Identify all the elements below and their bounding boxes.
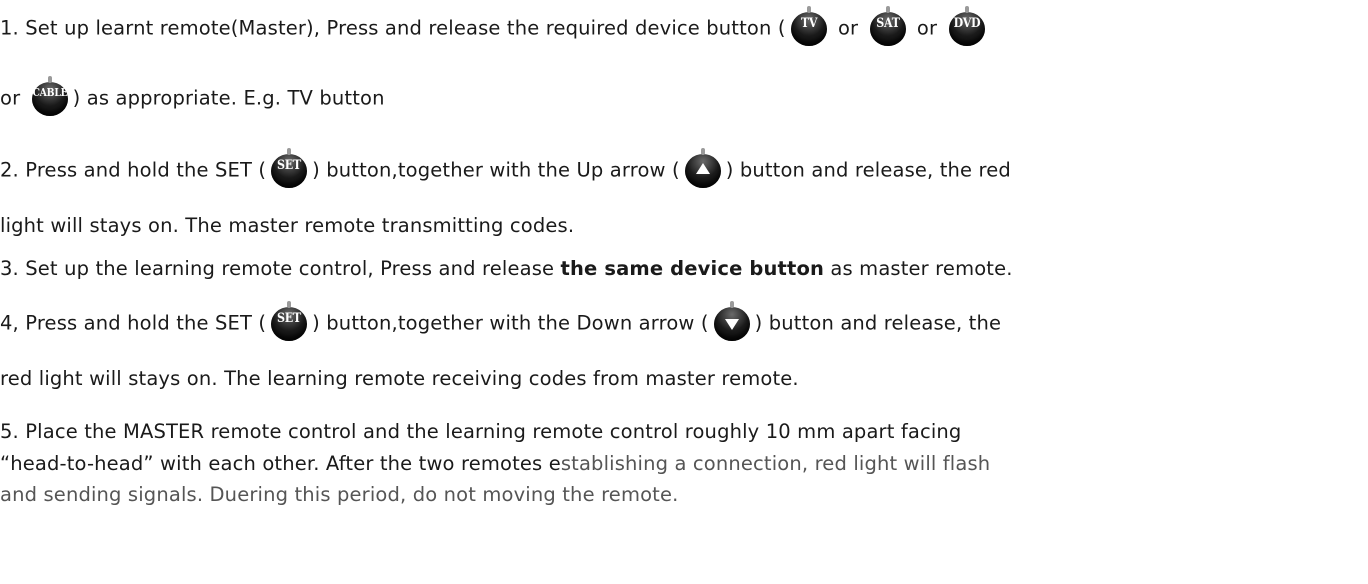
step-4-text-mid: ) button,together with the Down arrow ( <box>312 311 709 335</box>
step-2-line-2: light will stays on. The master remote t… <box>0 214 575 237</box>
step-2-text: 2. Press and hold the SET ( <box>0 158 267 182</box>
step-1-line-1: 1. Set up learnt remote(Master), Press a… <box>0 6 990 48</box>
step-2-text-end: ) button and release, the red <box>725 158 1011 182</box>
step-4-text: 4, Press and hold the SET ( <box>0 311 267 335</box>
or-text: or <box>910 16 944 40</box>
step-4-line-1: 4, Press and hold the SET (SET) button,t… <box>0 301 1002 343</box>
step-4-text-end: ) button and release, the <box>754 311 1002 335</box>
step-5-line-2: “head-to-head” with each other. After th… <box>0 452 991 475</box>
step-1-text-end: ) as appropriate. E.g. TV button <box>72 86 385 110</box>
step-1-line-2: or CABLE) as appropriate. E.g. TV button <box>0 76 385 118</box>
emphasis-text: the same device button <box>560 257 825 280</box>
step-1-text: 1. Set up learnt remote(Master), Press a… <box>0 16 786 40</box>
set-button-icon: SET <box>267 301 311 343</box>
step-2-line-1: 2. Press and hold the SET (SET) button,t… <box>0 148 1011 190</box>
step-3-line-1: 3. Set up the learning remote control, P… <box>0 257 1013 280</box>
step-2-text-mid: ) button,together with the Up arrow ( <box>312 158 680 182</box>
cable-button-icon: CABLE <box>28 76 72 118</box>
or-text: or <box>0 86 27 110</box>
step-5-line-3: and sending signals. Duering this period… <box>0 483 679 506</box>
up-arrow-icon <box>681 148 725 190</box>
set-button-icon: SET <box>267 148 311 190</box>
tv-button-icon: TV <box>787 6 831 48</box>
dvd-button-icon: DVD <box>945 6 989 48</box>
step-5-line-1: 5. Place the MASTER remote control and t… <box>0 420 962 443</box>
step-4-line-2: red light will stays on. The learning re… <box>0 367 799 390</box>
down-arrow-icon <box>710 301 754 343</box>
or-text: or <box>831 16 865 40</box>
sat-button-icon: SAT <box>866 6 910 48</box>
